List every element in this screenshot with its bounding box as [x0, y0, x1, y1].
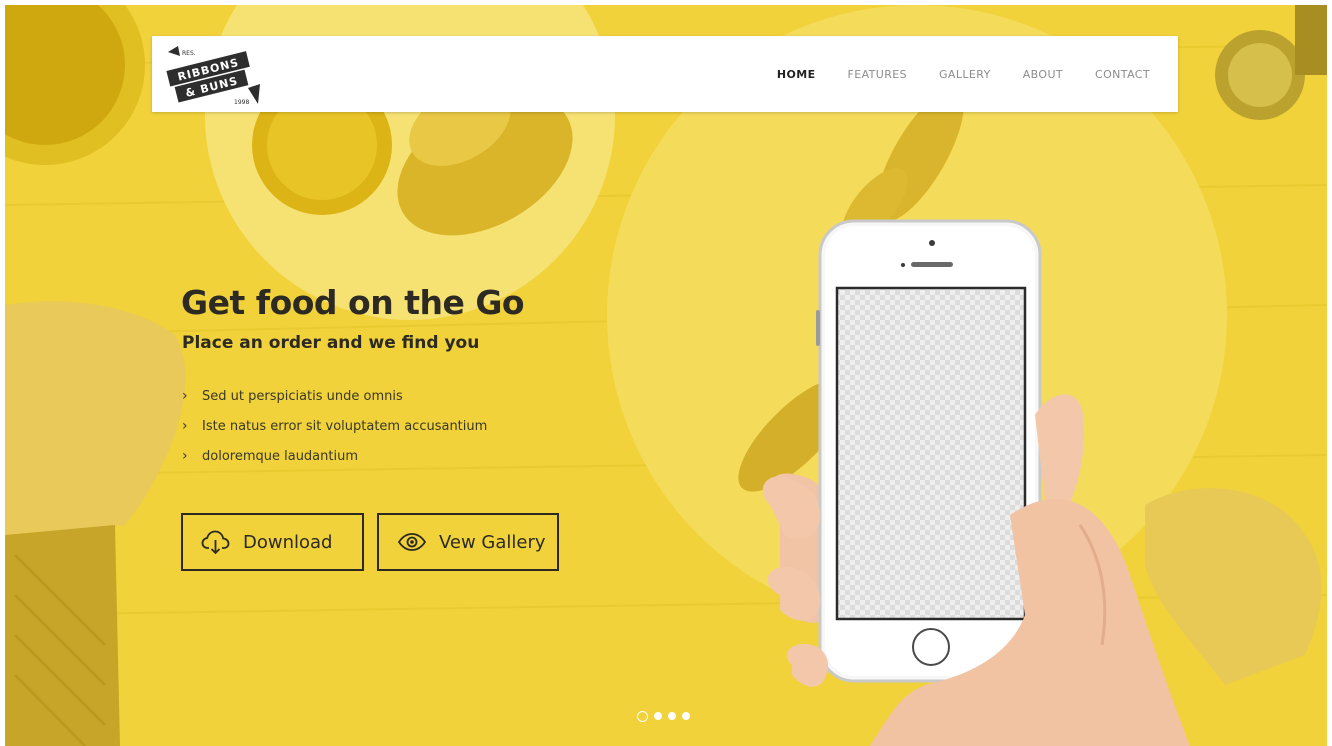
hero-subtitle: Place an order and we find you — [182, 333, 480, 353]
nav-gallery[interactable]: GALLERY — [939, 68, 991, 81]
slider-dot-4[interactable] — [682, 712, 690, 720]
feature-item: › doloremque laudantium — [182, 441, 487, 471]
nav-home[interactable]: HOME — [777, 68, 816, 81]
feature-text: Sed ut perspiciatis unde omnis — [202, 388, 403, 404]
top-navbar: RES. RIBBONS & BUNS 1998 HOME FEATURES G… — [152, 36, 1178, 112]
slider-dot-3[interactable] — [668, 712, 676, 720]
feature-item: › Iste natus error sit voluptatem accusa… — [182, 411, 487, 441]
feature-list: › Sed ut perspiciatis unde omnis › Iste … — [182, 381, 487, 471]
slider-dot-2[interactable] — [654, 712, 662, 720]
slider-pagination — [637, 710, 696, 722]
download-button-label: Download — [243, 531, 333, 553]
download-button[interactable]: Download — [181, 513, 364, 571]
chevron-right-icon: › — [182, 388, 188, 404]
chevron-right-icon: › — [182, 448, 188, 464]
nav-contact[interactable]: CONTACT — [1095, 68, 1150, 81]
feature-item: › Sed ut perspiciatis unde omnis — [182, 381, 487, 411]
chevron-right-icon: › — [182, 418, 188, 434]
svg-text:RES.: RES. — [182, 50, 196, 57]
main-nav: HOME FEATURES GALLERY ABOUT CONTACT — [745, 36, 1150, 112]
cloud-download-icon — [201, 530, 230, 555]
feature-text: doloremque laudantium — [202, 448, 358, 464]
phone-in-hand-image — [762, 219, 1190, 746]
slider-dot-1[interactable] — [637, 710, 648, 722]
brand-logo[interactable]: RES. RIBBONS & BUNS 1998 — [162, 42, 262, 108]
hero-title-prefix: Get food on the — [181, 283, 476, 322]
eye-icon — [397, 533, 427, 551]
nav-about[interactable]: ABOUT — [1023, 68, 1063, 81]
hero-title-bold: Go — [475, 283, 525, 322]
nav-features[interactable]: FEATURES — [848, 68, 908, 81]
view-gallery-button-label: Vew Gallery — [439, 531, 546, 553]
hero-section: RES. RIBBONS & BUNS 1998 HOME FEATURES G… — [5, 5, 1327, 746]
view-gallery-button[interactable]: Vew Gallery — [377, 513, 559, 571]
svg-text:1998: 1998 — [234, 99, 249, 106]
feature-text: Iste natus error sit voluptatem accusant… — [202, 418, 488, 434]
hero-title: Get food on the Go — [181, 283, 525, 322]
